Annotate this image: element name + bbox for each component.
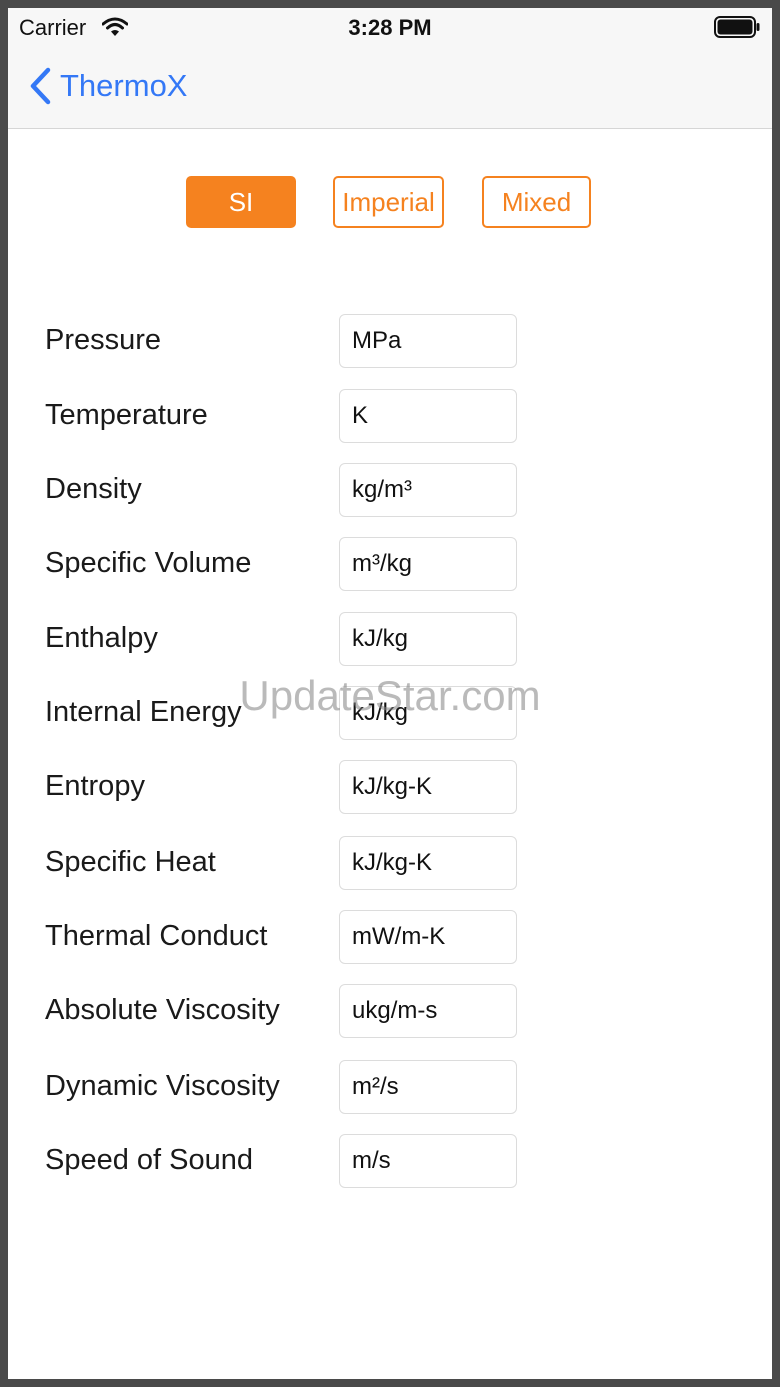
property-row-speed-of-sound: Speed of Sound m/s [8, 1134, 772, 1190]
property-label: Pressure [45, 324, 162, 356]
property-row-specific-heat: Specific Heat kJ/kg-K [8, 836, 772, 892]
property-row-specific-volume: Specific Volume m³/kg [8, 537, 772, 593]
unit-mixed-button[interactable]: Mixed [482, 176, 591, 228]
property-label: Thermal Conduct [45, 920, 268, 952]
property-row-temperature: Temperature K [8, 389, 772, 445]
unit-field[interactable]: kJ/kg [339, 612, 517, 666]
unit-field[interactable]: m/s [339, 1134, 517, 1188]
unit-imperial-button[interactable]: Imperial [333, 176, 444, 228]
property-row-pressure: Pressure MPa [8, 314, 772, 370]
chevron-left-icon [30, 67, 51, 105]
property-label: Specific Volume [45, 547, 252, 579]
back-button-label: ThermoX [60, 68, 188, 103]
property-row-enthalpy: Enthalpy kJ/kg [8, 612, 772, 668]
unit-field[interactable]: ukg/m-s [339, 984, 517, 1038]
unit-field[interactable]: m²/s [339, 1060, 517, 1114]
property-row-thermal-conduct: Thermal Conduct mW/m-K [8, 910, 772, 966]
unit-field[interactable]: kJ/kg-K [339, 836, 517, 890]
navigation-bar: ThermoX [8, 48, 772, 129]
property-row-absolute-viscosity: Absolute Viscosity ukg/m-s [8, 984, 772, 1040]
property-label: Speed of Sound [45, 1144, 254, 1176]
property-label: Enthalpy [45, 622, 158, 654]
property-label: Temperature [45, 399, 208, 431]
property-label: Entropy [45, 770, 145, 802]
property-label: Absolute Viscosity [45, 994, 280, 1026]
unit-field[interactable]: kg/m³ [339, 463, 517, 517]
property-label: Dynamic Viscosity [45, 1070, 280, 1102]
property-label: Specific Heat [45, 846, 216, 878]
property-row-entropy: Entropy kJ/kg-K [8, 760, 772, 816]
unit-field[interactable]: mW/m-K [339, 910, 517, 964]
unit-field[interactable]: kJ/kg-K [339, 760, 517, 814]
unit-si-button[interactable]: SI [186, 176, 296, 228]
back-button[interactable]: ThermoX [28, 64, 187, 108]
property-row-density: Density kg/m³ [8, 463, 772, 519]
property-label: Density [45, 473, 142, 505]
unit-field[interactable]: K [339, 389, 517, 443]
property-row-internal-energy: Internal Energy kJ/kg [8, 686, 772, 742]
status-time: 3:28 PM [348, 15, 432, 40]
unit-field[interactable]: kJ/kg [339, 686, 517, 740]
battery-icon [714, 16, 760, 38]
property-label: Internal Energy [45, 696, 242, 728]
status-bar: Carrier 3:28 PM [8, 8, 772, 48]
phone-screen: Carrier 3:28 PM ThermoX SI Imperial Mixe… [8, 8, 772, 1379]
unit-field[interactable]: MPa [339, 314, 517, 368]
unit-field[interactable]: m³/kg [339, 537, 517, 591]
property-row-dynamic-viscosity: Dynamic Viscosity m²/s [8, 1060, 772, 1116]
